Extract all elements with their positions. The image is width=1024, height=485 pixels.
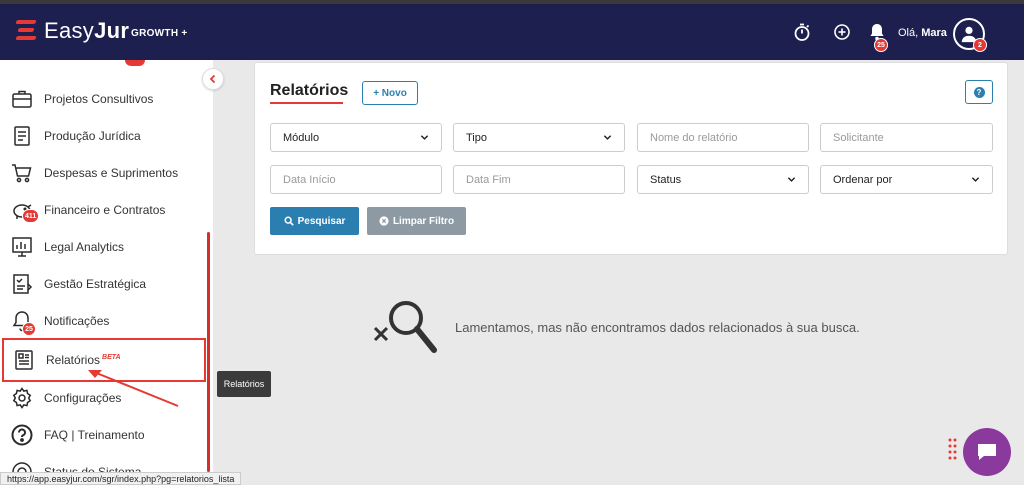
sidebar-item-producao-juridica[interactable]: Produção Jurídica [0,117,205,154]
clear-icon [379,216,389,226]
sidebar-item-notificacoes[interactable]: 25 Notificações [0,302,205,339]
plan-label: GROWTH + [131,28,188,39]
sidebar-item-legal-analytics[interactable]: Legal Analytics [0,228,205,265]
chevron-down-icon [603,135,612,140]
end-date-input[interactable]: Data Fim [453,165,625,194]
sidebar-item-configuracoes[interactable]: Configurações [0,379,205,416]
new-report-button[interactable]: + Novo [362,81,418,105]
title-underline [270,102,343,104]
notification-count-badge: 25 [874,38,888,52]
modulo-select[interactable]: Módulo [270,123,442,152]
chevron-down-icon [971,177,980,182]
order-by-select[interactable]: Ordenar por [820,165,993,194]
clear-filter-button[interactable]: Limpar Filtro [367,207,466,235]
sidebar-scrollbar[interactable] [207,232,210,472]
empty-state-message: Lamentamos, mas não encontramos dados re… [455,320,860,335]
add-circle-icon[interactable] [832,22,852,42]
sidebar-item-despesas[interactable]: Despesas e Suprimentos [0,154,205,191]
chevron-left-icon [209,74,216,84]
strategy-icon [13,273,33,294]
sidebar-item-financeiro[interactable]: 411 Financeiro e Contratos [0,191,205,228]
question-icon [11,424,33,445]
status-bar-url: https://app.easyjur.com/sgr/index.php?pg… [0,472,242,485]
logo-mark-icon [15,18,38,44]
beta-tag: BETA [102,354,121,361]
sidebar: Projetos Consultivos Produção Jurídica D… [0,60,213,485]
search-icon [284,216,294,226]
start-date-input[interactable]: Data Início [270,165,442,194]
relatorios-tooltip: Relatórios [217,371,271,397]
gear-icon [12,386,32,409]
help-button[interactable]: ? [965,80,993,104]
chat-bubble-icon [978,444,996,460]
reports-panel: Relatórios + Novo ? Módulo Tipo Nome do … [254,62,1008,255]
sidebar-item-gestao-estrategica[interactable]: Gestão Estratégica [0,265,205,302]
timer-icon[interactable] [792,22,812,42]
logo[interactable]: EasyJur [15,18,130,44]
chat-button[interactable] [963,428,1011,476]
sidebar-item-relatorios[interactable]: Relatórios BETA [2,338,206,382]
status-select[interactable]: Status [637,165,809,194]
tipo-select[interactable]: Tipo [453,123,625,152]
cart-icon [12,163,32,182]
no-results-search-icon [373,301,437,353]
avatar-badge: 2 [973,38,987,52]
financeiro-badge: 411 [22,209,40,223]
notificacoes-badge: 25 [22,322,36,336]
document-icon [14,125,30,146]
search-button[interactable]: Pesquisar [270,207,359,235]
user-greeting: Olá, Mara [898,27,947,39]
collapse-sidebar-button[interactable] [202,68,224,90]
briefcase-icon [12,90,32,108]
report-name-input[interactable]: Nome do relatório [637,123,809,152]
top-bar: EasyJur GROWTH + 25 Olá, Mara 2 [0,0,1024,60]
brand-name: EasyJur [44,18,130,43]
requester-input[interactable]: Solicitante [820,123,993,152]
drag-handle-icon[interactable] [948,438,958,464]
chevron-down-icon [420,135,429,140]
relatorios-label: Relatórios [46,353,101,367]
report-icon [15,350,33,370]
sidebar-item-projetos-consultivos[interactable]: Projetos Consultivos [0,80,205,117]
analytics-icon [12,236,32,257]
help-icon: ? [973,86,985,98]
sidebar-item-faq[interactable]: FAQ | Treinamento [0,416,205,453]
chevron-down-icon [787,177,796,182]
page-title: Relatórios [270,82,349,99]
